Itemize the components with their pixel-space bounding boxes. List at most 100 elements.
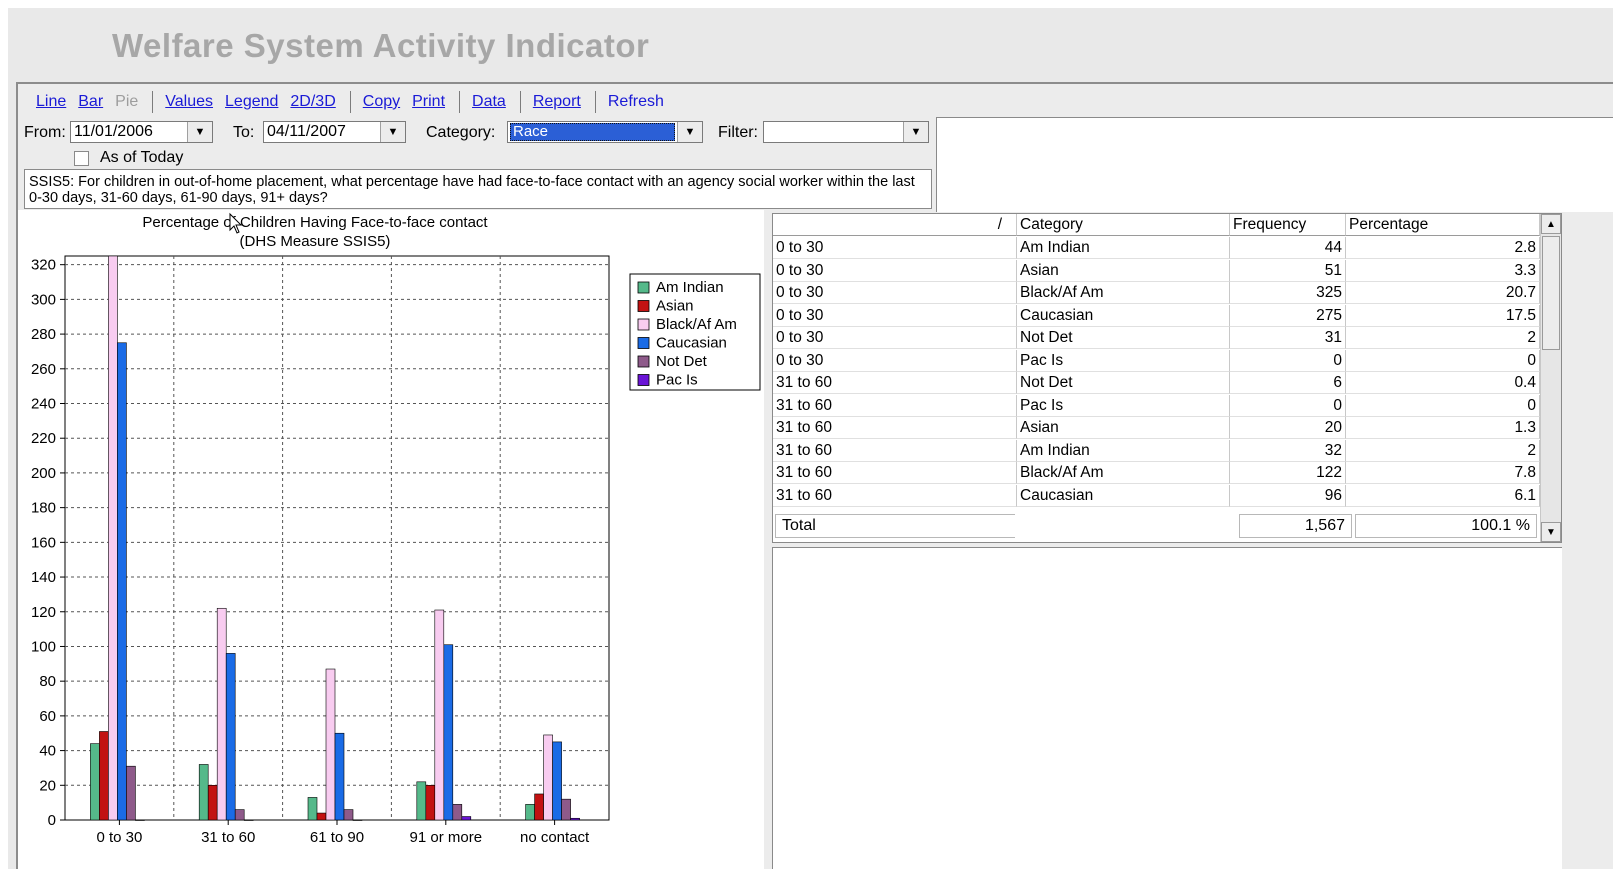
as-of-today-label: As of Today [100, 149, 184, 166]
bar-asian-1[interactable] [207, 784, 218, 821]
legend-label: Caucasian [656, 335, 727, 352]
category-select[interactable]: Race ▼ [507, 121, 703, 143]
refresh-link[interactable]: Refresh [608, 93, 664, 111]
to-date-select[interactable]: 04/11/2007 ▼ [263, 121, 406, 143]
bar-black-af-am-0[interactable] [108, 255, 118, 821]
row-group-cell: 31 to 60 [773, 462, 1017, 484]
row-frequency-cell: 51 [1230, 259, 1346, 282]
bar-not-det-2[interactable] [343, 809, 354, 821]
row-group-cell: 0 to 30 [773, 259, 1017, 282]
table-row[interactable]: 31 to 60 Not Det 6 0.4 [773, 372, 1540, 394]
values-link[interactable]: Values [165, 93, 213, 111]
table-row[interactable]: 0 to 30 Pac Is 0 0 [773, 349, 1540, 372]
bar-not-det-0[interactable] [126, 765, 136, 821]
measure-description: SSIS5: For children in out-of-home place… [24, 169, 932, 209]
legend-swatch [637, 300, 650, 312]
bar-am-indian-1[interactable] [198, 764, 209, 821]
column-header-frequency[interactable]: Frequency [1230, 214, 1346, 236]
table-row[interactable]: 31 to 60 Caucasian 96 6.1 [773, 484, 1540, 507]
copy-link[interactable]: Copy [363, 93, 400, 111]
table-row[interactable]: 0 to 30 Caucasian 275 17.5 [773, 304, 1540, 327]
bar-asian-0[interactable] [99, 731, 109, 821]
bar-pac-is-2[interactable] [352, 819, 363, 821]
row-group-cell: 0 to 30 [773, 282, 1017, 304]
bar-pac-is-4[interactable] [570, 817, 580, 821]
bar-asian-3[interactable] [425, 784, 436, 821]
row-percentage-cell: 20.7 [1346, 282, 1540, 304]
bar-not-det-4[interactable] [561, 798, 571, 821]
bar-pac-is-3[interactable] [461, 816, 472, 821]
splitter[interactable] [764, 210, 772, 869]
scroll-up-icon[interactable]: ▲ [1541, 214, 1561, 234]
row-category-cell: Caucasian [1017, 304, 1230, 327]
row-percentage-cell: 7.8 [1346, 462, 1540, 484]
chevron-down-icon[interactable]: ▼ [677, 122, 702, 142]
bar-am-indian-2[interactable] [307, 797, 318, 821]
2d-3d-link[interactable]: 2D/3D [290, 93, 335, 111]
y-tick-label: 320 [31, 257, 56, 274]
table-row[interactable]: 31 to 60 Asian 20 1.3 [773, 417, 1540, 439]
grid-vertical-scrollbar[interactable]: ▲ ▼ [1540, 214, 1561, 542]
table-row[interactable]: 31 to 60 Black/Af Am 122 7.8 [773, 462, 1540, 484]
y-tick-label: 220 [31, 430, 56, 447]
y-tick-label: 140 [31, 569, 56, 586]
bar-not-det-3[interactable] [452, 804, 463, 821]
bar-black-af-am-3[interactable] [434, 609, 445, 821]
filter-select[interactable]: ▼ [763, 121, 929, 143]
table-row[interactable]: 0 to 30 Black/Af Am 325 20.7 [773, 282, 1540, 304]
bar-black-af-am-1[interactable] [216, 607, 227, 821]
row-frequency-cell: 32 [1230, 439, 1346, 462]
bar-chart: Percentage of Children Having Face-to-fa… [31, 212, 761, 846]
bar-caucasian-1[interactable] [225, 653, 236, 821]
column-header-group[interactable]: / [773, 214, 1017, 236]
row-group-cell: 31 to 60 [773, 394, 1017, 417]
as-of-today-checkbox[interactable] [74, 151, 89, 166]
table-row[interactable]: 0 to 30 Not Det 31 2 [773, 327, 1540, 349]
bar-caucasian-3[interactable] [443, 644, 454, 821]
table-row[interactable]: 31 to 60 Pac Is 0 0 [773, 394, 1540, 417]
to-date-value: 04/11/2007 [267, 123, 346, 140]
legend-label: Pac Is [656, 372, 698, 389]
bar-asian-2[interactable] [316, 812, 327, 821]
row-category-cell: Am Indian [1017, 439, 1230, 462]
chart-subtitle: (DHS Measure SSIS5) [240, 233, 391, 250]
line-chart-link[interactable]: Line [36, 93, 66, 111]
scroll-thumb[interactable] [1542, 236, 1560, 350]
table-row[interactable]: 0 to 30 Am Indian 44 2.8 [773, 237, 1540, 259]
data-grid: / Category Frequency Percentage 0 to 30 A… [772, 213, 1562, 543]
bar-am-indian-0[interactable] [90, 743, 100, 821]
legend-swatch [637, 355, 650, 368]
column-header-percentage[interactable]: Percentage [1346, 214, 1540, 236]
legend-link[interactable]: Legend [225, 93, 278, 111]
column-header-category[interactable]: Category [1017, 214, 1230, 236]
chevron-down-icon[interactable]: ▼ [380, 122, 405, 142]
filter-label: Filter: [718, 124, 758, 141]
report-link[interactable]: Report [533, 93, 581, 111]
y-tick-label: 100 [31, 638, 56, 655]
table-row[interactable]: 0 to 30 Asian 51 3.3 [773, 259, 1540, 282]
print-link[interactable]: Print [412, 93, 445, 111]
bar-am-indian-4[interactable] [525, 804, 535, 821]
from-date-select[interactable]: 11/01/2006 ▼ [70, 121, 213, 143]
table-row[interactable]: 31 to 60 Am Indian 32 2 [773, 439, 1540, 462]
row-group-cell: 31 to 60 [773, 484, 1017, 507]
category-label: Category: [426, 124, 496, 141]
bar-black-af-am-2[interactable] [325, 668, 336, 821]
bar-caucasian-2[interactable] [334, 732, 345, 821]
bar-chart-link[interactable]: Bar [78, 93, 103, 111]
bar-caucasian-4[interactable] [552, 741, 562, 821]
bar-not-det-1[interactable] [234, 809, 245, 821]
data-link[interactable]: Data [472, 93, 506, 111]
row-category-cell: Black/Af Am [1017, 462, 1230, 484]
legend-swatch [637, 337, 650, 349]
scroll-down-icon[interactable]: ▼ [1541, 522, 1561, 542]
bar-black-af-am-4[interactable] [543, 734, 553, 821]
bar-pac-is-1[interactable] [243, 819, 254, 821]
bar-caucasian-0[interactable] [117, 342, 127, 821]
bar-pac-is-0[interactable] [135, 819, 145, 821]
chevron-down-icon[interactable]: ▼ [187, 122, 212, 142]
bar-am-indian-3[interactable] [416, 781, 427, 821]
bar-asian-4[interactable] [534, 793, 544, 821]
chevron-down-icon[interactable]: ▼ [903, 122, 928, 142]
y-tick-label: 280 [31, 326, 56, 343]
